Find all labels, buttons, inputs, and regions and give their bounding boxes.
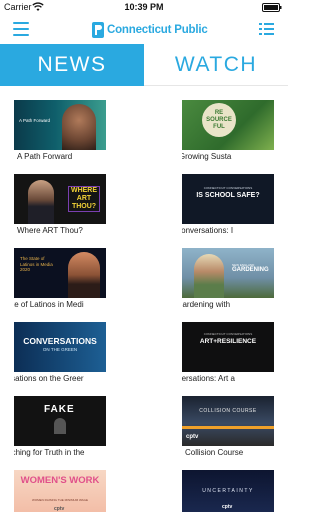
video-thumbnail: CONVERSATIONS ON THE GREEN <box>14 322 106 372</box>
thumbnail-subtitle: CONNECTICUT CONVERSATIONS <box>203 332 253 336</box>
cptv-logo: cptv <box>222 504 233 510</box>
video-thumbnail: The State of Latinos in Media 2020 <box>14 248 106 298</box>
video-card[interactable]: CONVERSATIONS ON THE GREEN versations on… <box>14 322 106 388</box>
video-thumbnail: UNCERTAINTY cptv <box>182 470 274 512</box>
video-thumbnail: COLLISION COURSE cptv <box>182 396 274 446</box>
tab-news[interactable]: NEWS <box>0 44 144 86</box>
video-thumbnail: WHERE ART THOU? <box>14 174 106 224</box>
thumbnail-title: GARDENING <box>232 267 269 273</box>
thumbnail-subtitle: WOMEN RAISING THE MINIMUM WAGE <box>32 498 88 502</box>
tab-watch[interactable]: WATCH <box>144 44 288 86</box>
video-card[interactable]: NEW ENGLAND GARDENING ngland Gardening w… <box>182 248 274 314</box>
video-card[interactable]: WHERE ART THOU? Where ART Thou? <box>14 174 106 240</box>
thumbnail-title: RE SOURCE FUL <box>206 110 232 130</box>
cptv-logo: cptv <box>186 434 199 440</box>
video-card[interactable]: WOMEN'S WORK WOMEN RAISING THE MINIMUM W… <box>14 470 106 512</box>
video-thumbnail: RE SOURCE FUL <box>182 100 274 150</box>
video-thumbnail: CONNECTICUT CONVERSATIONS IS SCHOOL SAFE… <box>182 174 274 224</box>
video-caption: State of Latinos in Medi <box>14 300 84 309</box>
video-caption: versations on the Greer <box>14 374 84 383</box>
video-caption: ngland Gardening with <box>182 300 231 309</box>
video-caption: earching for Truth in the <box>14 448 85 457</box>
video-card[interactable]: CONNECTICUT CONVERSATIONS IS SCHOOL SAFE… <box>182 174 274 240</box>
video-caption: cut Conversations: Art a <box>182 374 235 383</box>
video-thumbnail: CONNECTICUT CONVERSATIONS ART+RESILIENCE <box>182 322 274 372</box>
list-view-icon[interactable] <box>259 22 274 36</box>
video-caption: Where ART Thou? <box>17 226 83 235</box>
thumbnail-title: CONVERSATIONS <box>23 336 97 346</box>
video-grid: A Path Forward A Path Forward RE SOURCE … <box>0 86 288 512</box>
video-card[interactable]: RE SOURCE FUL rce:ful - Growing Susta <box>182 100 274 166</box>
thumbnail-title: A Path Forward <box>19 118 51 123</box>
thumbnail-title: The State of Latinos in Media 2020 <box>20 256 53 272</box>
thumbnail-subtitle: ON THE GREEN <box>42 347 78 352</box>
video-card[interactable]: The State of Latinos in Media 2020 State… <box>14 248 106 314</box>
video-card[interactable]: CONNECTICUT CONVERSATIONS ART+RESILIENCE… <box>182 322 274 388</box>
status-bar: Carrier 10:39 PM <box>0 0 288 14</box>
thumbnail-title: IS SCHOOL SAFE? <box>196 192 260 199</box>
hamburger-menu-icon[interactable] <box>13 22 29 36</box>
video-caption: rce:ful - Growing Susta <box>182 152 232 161</box>
video-card[interactable]: A Path Forward A Path Forward <box>14 100 106 166</box>
brand: Connecticut Public <box>92 21 208 39</box>
video-thumbnail: WOMEN'S WORK WOMEN RAISING THE MINIMUM W… <box>14 470 106 512</box>
thumbnail-title: ART+RESILIENCE <box>199 338 257 345</box>
video-card[interactable]: FAKE earching for Truth in the <box>14 396 106 462</box>
status-time: 10:39 PM <box>124 2 164 12</box>
video-thumbnail: FAKE <box>14 396 106 446</box>
video-thumbnail: NEW ENGLAND GARDENING <box>182 248 274 298</box>
brand-name: Connecticut Public <box>107 24 208 36</box>
thumbnail-title: WHERE ART THOU? <box>68 186 100 212</box>
video-caption: A Path Forward <box>17 152 73 161</box>
video-caption: Collision Course <box>185 448 244 457</box>
video-card[interactable]: COLLISION COURSE cptv Collision Course <box>182 396 274 462</box>
cptv-logo: cptv <box>54 506 65 512</box>
video-thumbnail: A Path Forward <box>14 100 106 150</box>
video-card[interactable]: UNCERTAINTY cptv <box>182 470 274 512</box>
tab-bar: NEWS WATCH <box>0 44 288 86</box>
video-caption: ecticut Conversations: I <box>182 226 234 235</box>
thumbnail-title: COLLISION COURSE <box>199 408 257 414</box>
thumbnail-title: WOMEN'S WORK <box>20 475 100 486</box>
thumbnail-subtitle: CONNECTICUT CONVERSATIONS <box>203 186 253 190</box>
thumbnail-title: UNCERTAINTY <box>202 488 254 494</box>
thumbnail-title: FAKE <box>44 404 75 415</box>
app-header: Connecticut Public <box>0 14 288 44</box>
battery-icon <box>262 3 282 12</box>
connecticut-public-logo-icon <box>92 22 104 38</box>
